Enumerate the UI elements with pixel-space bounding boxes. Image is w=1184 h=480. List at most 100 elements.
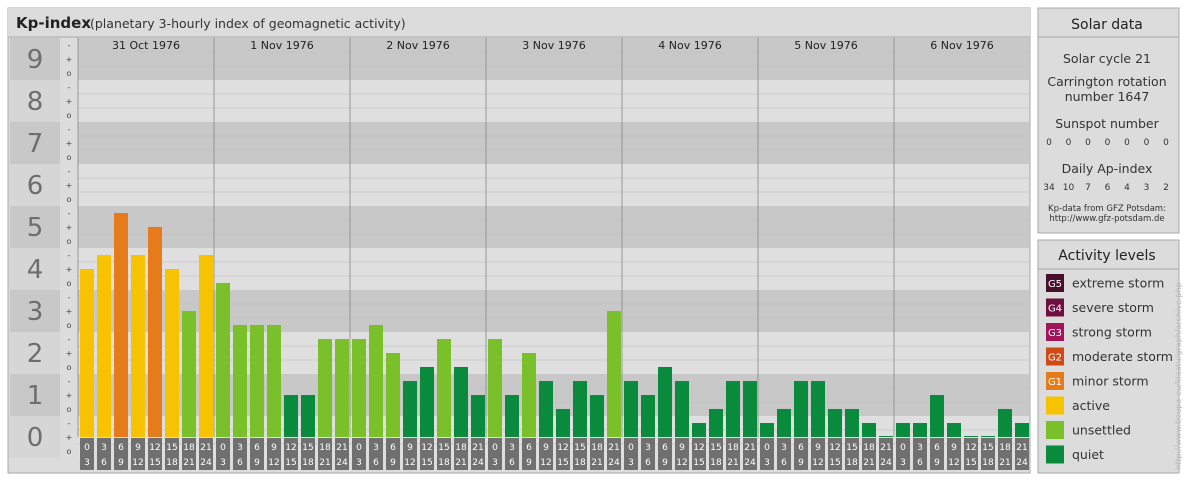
y-minor-mark: o xyxy=(67,447,72,456)
interval-end: 21 xyxy=(863,458,874,468)
kp-bar xyxy=(454,366,468,437)
legend-swatch xyxy=(1046,421,1064,439)
interval-start: 18 xyxy=(727,443,739,453)
interval-start: 0 xyxy=(84,443,90,453)
y-minor-mark: o xyxy=(67,195,72,204)
chart-subtitle: (planetary 3-hourly index of geomagnetic… xyxy=(90,16,406,31)
kp-bar xyxy=(641,395,655,437)
interval-start: 3 xyxy=(645,443,651,453)
interval-start: 9 xyxy=(679,443,685,453)
carrington-line2: number 1647 xyxy=(1065,89,1150,104)
day-label: 4 Nov 1976 xyxy=(658,39,721,52)
interval-end: 24 xyxy=(880,458,892,468)
day-label: 5 Nov 1976 xyxy=(794,39,857,52)
interval-start: 21 xyxy=(472,443,483,453)
legend-label: moderate storm xyxy=(1072,349,1173,364)
interval-start: 0 xyxy=(492,443,498,453)
interval-start: 12 xyxy=(285,443,296,453)
y-tick-label: 0 xyxy=(27,423,44,453)
y-minor-mark: - xyxy=(68,419,71,428)
interval-end: 24 xyxy=(608,458,620,468)
kp-bar xyxy=(896,423,910,437)
ap-value: 34 xyxy=(1043,183,1055,193)
interval-start: 12 xyxy=(693,443,704,453)
legend-badge: G4 xyxy=(1048,304,1062,315)
sunspot-value: 0 xyxy=(1066,138,1072,148)
interval-start: 0 xyxy=(356,443,362,453)
y-bands xyxy=(10,38,1029,458)
interval-start: 21 xyxy=(744,443,755,453)
interval-end: 24 xyxy=(200,458,212,468)
solar-title: Solar data xyxy=(1071,17,1143,33)
kp-bar xyxy=(998,408,1012,437)
interval-end: 15 xyxy=(421,458,432,468)
legend-label: unsettled xyxy=(1072,423,1131,438)
kp-bar xyxy=(522,353,536,437)
y-minor-mark: + xyxy=(66,55,73,64)
kp-index-figure: Kp-index (planetary 3-hourly index of ge… xyxy=(0,0,1184,480)
y-band xyxy=(78,122,1029,164)
source-line2[interactable]: http://www.gfz-potsdam.de xyxy=(1049,214,1164,224)
kp-bar xyxy=(658,366,672,437)
interval-start: 3 xyxy=(373,443,379,453)
interval-end: 15 xyxy=(693,458,704,468)
interval-end: 24 xyxy=(336,458,348,468)
interval-start: 9 xyxy=(815,443,821,453)
y-minor-mark: o xyxy=(67,153,72,162)
interval-end: 6 xyxy=(101,458,107,468)
interval-end: 9 xyxy=(254,458,260,468)
kp-bar xyxy=(182,311,196,437)
kp-bar xyxy=(862,423,876,437)
kp-bar xyxy=(607,311,621,437)
kp-bar xyxy=(777,408,791,437)
interval-start: 12 xyxy=(421,443,432,453)
interval-end: 3 xyxy=(356,458,362,468)
kp-bar xyxy=(318,339,332,437)
y-minor-mark: - xyxy=(68,293,71,302)
y-minor-mark: o xyxy=(67,69,72,78)
kp-bar xyxy=(233,324,247,437)
interval-start: 15 xyxy=(438,443,449,453)
interval-start: 15 xyxy=(982,443,993,453)
interval-start: 6 xyxy=(934,443,940,453)
interval-start: 18 xyxy=(863,443,875,453)
interval-start: 12 xyxy=(829,443,840,453)
interval-end: 15 xyxy=(557,458,568,468)
legend-badge: G5 xyxy=(1048,279,1062,290)
interval-end: 15 xyxy=(285,458,296,468)
interval-start: 0 xyxy=(220,443,226,453)
interval-start: 15 xyxy=(710,443,721,453)
legend-label: extreme storm xyxy=(1072,276,1164,291)
interval-end: 21 xyxy=(591,458,602,468)
kp-bar xyxy=(488,339,502,437)
kp-bar xyxy=(403,381,417,437)
interval-start: 21 xyxy=(608,443,619,453)
interval-end: 18 xyxy=(302,458,314,468)
y-tick-label: 8 xyxy=(27,87,44,117)
interval-start: 9 xyxy=(951,443,957,453)
ap-title: Daily Ap-index xyxy=(1062,161,1153,176)
y-minor-mark: o xyxy=(67,363,72,372)
ap-value: 4 xyxy=(1124,183,1130,193)
interval-end: 12 xyxy=(132,458,143,468)
interval-end: 9 xyxy=(118,458,124,468)
interval-start: 18 xyxy=(999,443,1011,453)
interval-start: 0 xyxy=(764,443,770,453)
interval-start: 6 xyxy=(526,443,532,453)
interval-end: 12 xyxy=(948,458,959,468)
interval-end: 6 xyxy=(917,458,923,468)
interval-start: 12 xyxy=(557,443,568,453)
interval-start: 0 xyxy=(628,443,634,453)
y-minor-mark: o xyxy=(67,237,72,246)
interval-start: 18 xyxy=(455,443,467,453)
ap-value: 3 xyxy=(1144,183,1150,193)
legend-badge: G2 xyxy=(1048,353,1062,364)
legend-swatch xyxy=(1046,445,1064,464)
sunspot-value: 0 xyxy=(1124,138,1130,148)
source-line1: Kp-data from GFZ Potsdam: xyxy=(1048,204,1166,214)
y-minor-mark: o xyxy=(67,321,72,330)
interval-end: 21 xyxy=(455,458,466,468)
interval-start: 9 xyxy=(407,443,413,453)
y-minor-mark: + xyxy=(66,307,73,316)
kp-bar xyxy=(590,395,604,437)
